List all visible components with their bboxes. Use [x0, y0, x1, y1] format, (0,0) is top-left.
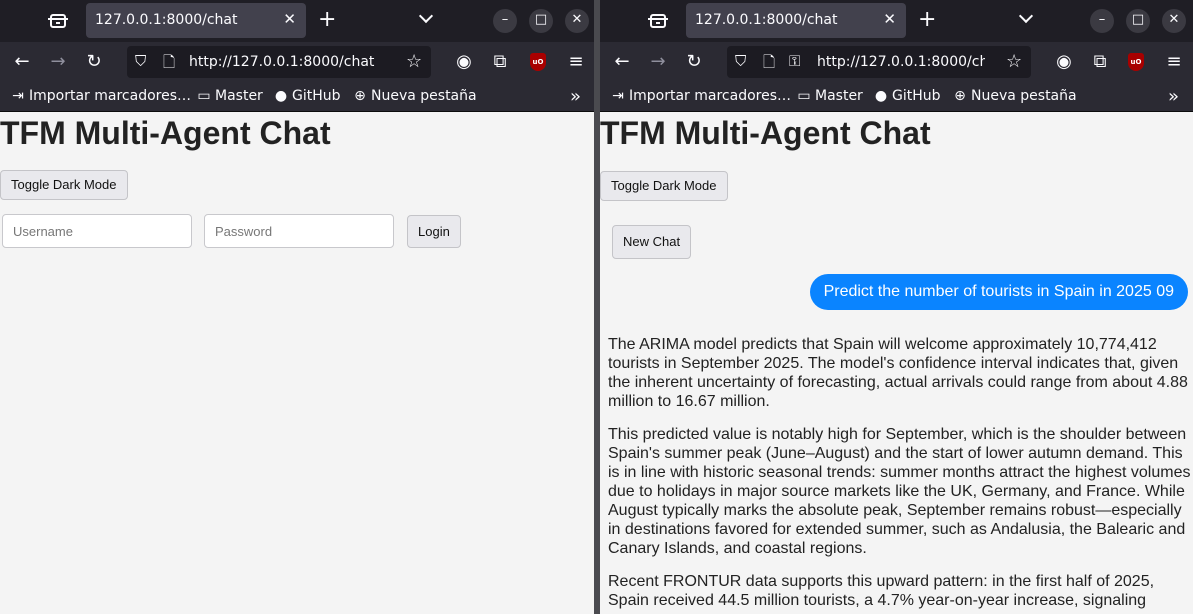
import-icon: ⇥ [612, 88, 624, 104]
firefox-view-icon[interactable] [46, 9, 70, 33]
list-all-tabs-icon[interactable] [1019, 11, 1033, 25]
bookmark-label: Importar marcadores… [29, 88, 191, 104]
extensions-icon[interactable]: ⧉ [1088, 50, 1112, 74]
password-input[interactable] [204, 214, 394, 248]
page-info-icon[interactable]: 🗋 [763, 52, 775, 77]
address-bar[interactable]: ⛉ 🗋 http://127.0.0.1:8000/chat ☆ [127, 46, 431, 78]
shield-icon[interactable]: ⛉ [735, 52, 746, 70]
folder-icon: ▭ [197, 88, 211, 104]
left-browser-window: 127.0.0.1:8000/chat ✕ + – □ ✕ ← → ↻ ⛉ 🗋 … [0, 0, 594, 614]
bookmark-label: Master [215, 88, 263, 104]
bookmark-master[interactable]: ▭ Master [796, 88, 863, 104]
reload-icon[interactable]: ↻ [82, 50, 106, 74]
toggle-dark-mode-button[interactable]: Toggle Dark Mode [0, 170, 128, 200]
bookmarks-toolbar: ⇥ Importar marcadores… ▭ Master ● GitHub ⊕ N… [0, 83, 594, 112]
bookmarks-toolbar: ⇥ Importar marcadores… ▭ Master ● GitHub ⊕ N… [600, 83, 1193, 112]
navigation-bar: ← → ↻ ⛉ 🗋 ⚿ http://127.0.0.1:8000/chat ☆… [600, 42, 1193, 83]
menu-icon[interactable]: ≡ [1162, 50, 1186, 74]
tab-title: 127.0.0.1:8000/chat [695, 12, 838, 28]
folder-icon: ▭ [797, 88, 811, 104]
bookmark-new-tab[interactable]: ⊕ Nueva pestaña [952, 88, 1077, 104]
navigation-bar: ← → ↻ ⛉ 🗋 http://127.0.0.1:8000/chat ☆ ◉… [0, 42, 594, 83]
bookmark-master[interactable]: ▭ Master [196, 88, 263, 104]
maximize-icon[interactable]: □ [1126, 9, 1150, 33]
bookmark-label: Importar marcadores… [629, 88, 791, 104]
close-window-icon[interactable]: ✕ [565, 9, 589, 33]
username-input[interactable] [2, 214, 192, 248]
globe-icon: ⊕ [954, 88, 966, 104]
bookmark-github[interactable]: ● GitHub [873, 88, 941, 104]
ublock-icon[interactable]: uO [530, 53, 546, 71]
globe-icon: ⊕ [354, 88, 366, 104]
tab-strip: 127.0.0.1:8000/chat ✕ + – □ ✕ [600, 0, 1193, 42]
user-message-bubble: Predict the number of tourists in Spain … [809, 274, 1188, 310]
shield-icon[interactable]: ⛉ [135, 52, 146, 70]
list-all-tabs-icon[interactable] [419, 11, 433, 25]
url-text[interactable]: http://127.0.0.1:8000/chat [817, 54, 985, 70]
forward-icon[interactable]: → [646, 50, 670, 74]
right-browser-window: 127.0.0.1:8000/chat ✕ + – □ ✕ ← → ↻ ⛉ 🗋 … [600, 0, 1193, 614]
page-title: TFM Multi-Agent Chat [0, 115, 331, 151]
tab-chat[interactable]: 127.0.0.1:8000/chat ✕ [86, 3, 306, 38]
assistant-message: The ARIMA model predicts that Spain will… [608, 335, 1192, 614]
bookmark-label: Master [815, 88, 863, 104]
minimize-icon[interactable]: – [1090, 9, 1114, 33]
close-tab-icon[interactable]: ✕ [883, 10, 896, 28]
bookmark-label: GitHub [892, 88, 941, 104]
bookmark-label: Nueva pestaña [971, 88, 1077, 104]
bookmark-label: GitHub [292, 88, 341, 104]
minimize-icon[interactable]: – [493, 9, 517, 33]
bookmark-import[interactable]: ⇥ Importar marcadores… [610, 88, 791, 104]
address-bar[interactable]: ⛉ 🗋 ⚿ http://127.0.0.1:8000/chat ☆ [727, 46, 1031, 78]
toggle-dark-mode-button[interactable]: Toggle Dark Mode [600, 171, 728, 201]
tab-chat[interactable]: 127.0.0.1:8000/chat ✕ [686, 3, 906, 38]
tab-title: 127.0.0.1:8000/chat [95, 12, 238, 28]
github-icon: ● [274, 88, 288, 104]
ublock-icon[interactable]: uO [1128, 53, 1144, 71]
close-window-icon[interactable]: ✕ [1162, 9, 1186, 33]
assistant-paragraph: The ARIMA model predicts that Spain will… [608, 336, 1188, 410]
page-info-icon[interactable]: 🗋 [163, 52, 175, 77]
new-tab-icon[interactable]: + [918, 8, 936, 32]
import-icon: ⇥ [12, 88, 24, 104]
forward-icon[interactable]: → [46, 50, 70, 74]
extensions-icon[interactable]: ⧉ [488, 50, 512, 74]
more-bookmarks-icon[interactable]: » [1168, 86, 1179, 107]
menu-icon[interactable]: ≡ [564, 50, 588, 74]
bookmark-github[interactable]: ● GitHub [273, 88, 341, 104]
bookmark-star-icon[interactable]: ☆ [406, 51, 422, 72]
tab-strip: 127.0.0.1:8000/chat ✕ + – □ ✕ [0, 0, 594, 42]
page-title: TFM Multi-Agent Chat [600, 115, 931, 151]
login-button[interactable]: Login [407, 215, 461, 248]
bookmark-star-icon[interactable]: ☆ [1006, 51, 1022, 72]
new-chat-button[interactable]: New Chat [612, 225, 692, 259]
github-icon: ● [874, 88, 888, 104]
reload-icon[interactable]: ↻ [682, 50, 706, 74]
page-content: TFM Multi-Agent Chat Toggle Dark Mode Lo… [0, 113, 594, 614]
new-tab-icon[interactable]: + [318, 8, 336, 32]
bookmark-label: Nueva pestaña [371, 88, 477, 104]
account-icon[interactable]: ◉ [452, 50, 476, 74]
more-bookmarks-icon[interactable]: » [570, 86, 581, 107]
maximize-icon[interactable]: □ [529, 9, 553, 33]
key-icon[interactable]: ⚿ [789, 52, 800, 70]
close-tab-icon[interactable]: ✕ [283, 10, 296, 28]
assistant-paragraph: This predicted value is notably high for… [608, 426, 1191, 557]
back-icon[interactable]: ← [610, 50, 634, 74]
bookmark-new-tab[interactable]: ⊕ Nueva pestaña [352, 88, 477, 104]
assistant-paragraph: Recent FRONTUR data supports this upward… [608, 573, 1155, 609]
url-text[interactable]: http://127.0.0.1:8000/chat [189, 54, 389, 70]
firefox-view-icon[interactable] [646, 9, 670, 33]
back-icon[interactable]: ← [10, 50, 34, 74]
account-icon[interactable]: ◉ [1052, 50, 1076, 74]
page-content: TFM Multi-Agent Chat Toggle Dark Mode Ne… [600, 113, 1193, 614]
bookmark-import[interactable]: ⇥ Importar marcadores… [10, 88, 191, 104]
